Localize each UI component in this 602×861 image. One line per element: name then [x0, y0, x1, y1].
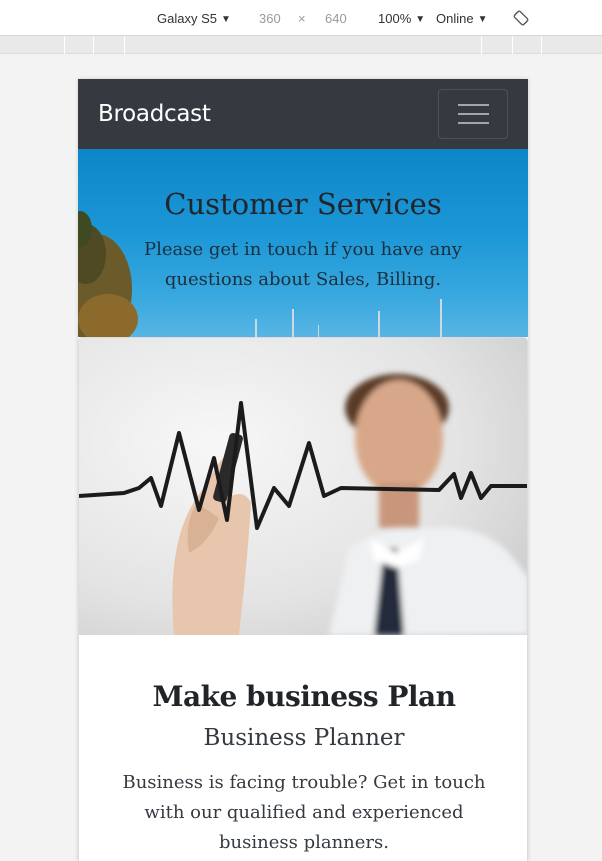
chevron-down-icon: ▼: [477, 14, 488, 25]
width-input[interactable]: 360: [259, 11, 281, 26]
navbar-toggler-button[interactable]: [438, 89, 508, 139]
hero-banner: Customer Services Please get in touch if…: [78, 149, 528, 337]
device-toolbar: Galaxy S5 ▼ 360 × 640 100% ▼ Online ▼: [0, 0, 602, 36]
zoom-label: 100%: [378, 11, 412, 26]
device-viewport: Broadcast Customer Services Please get i…: [78, 79, 528, 861]
network-select[interactable]: Online ▼: [436, 11, 487, 26]
zoom-select[interactable]: 100% ▼: [378, 11, 425, 26]
card-subtitle: Business Planner: [203, 725, 405, 751]
height-input[interactable]: 640: [325, 11, 347, 26]
businessman-heartbeat-image: [79, 338, 527, 635]
media-query-ruler[interactable]: [0, 36, 602, 54]
chevron-down-icon: ▼: [415, 14, 426, 25]
navbar-brand[interactable]: Broadcast: [98, 101, 211, 127]
card-text: Business is facing trouble? Get in touch…: [122, 772, 486, 853]
device-select[interactable]: Galaxy S5 ▼: [157, 11, 231, 26]
device-label: Galaxy S5: [157, 11, 217, 26]
card-title: Make business Plan: [152, 680, 456, 713]
network-label: Online: [436, 11, 474, 26]
service-card: Make business Plan Business Planner Busi…: [78, 337, 528, 861]
hero-title: Customer Services: [164, 187, 442, 221]
rotate-icon[interactable]: [513, 10, 529, 26]
navbar: Broadcast: [78, 79, 528, 149]
chevron-down-icon: ▼: [220, 14, 231, 25]
hamburger-line: [458, 122, 489, 124]
hamburger-menu-icon: [458, 104, 489, 106]
hero-text: Please get in touch if you have any ques…: [144, 239, 462, 290]
hamburger-line: [458, 113, 489, 115]
times-separator: ×: [298, 11, 306, 26]
